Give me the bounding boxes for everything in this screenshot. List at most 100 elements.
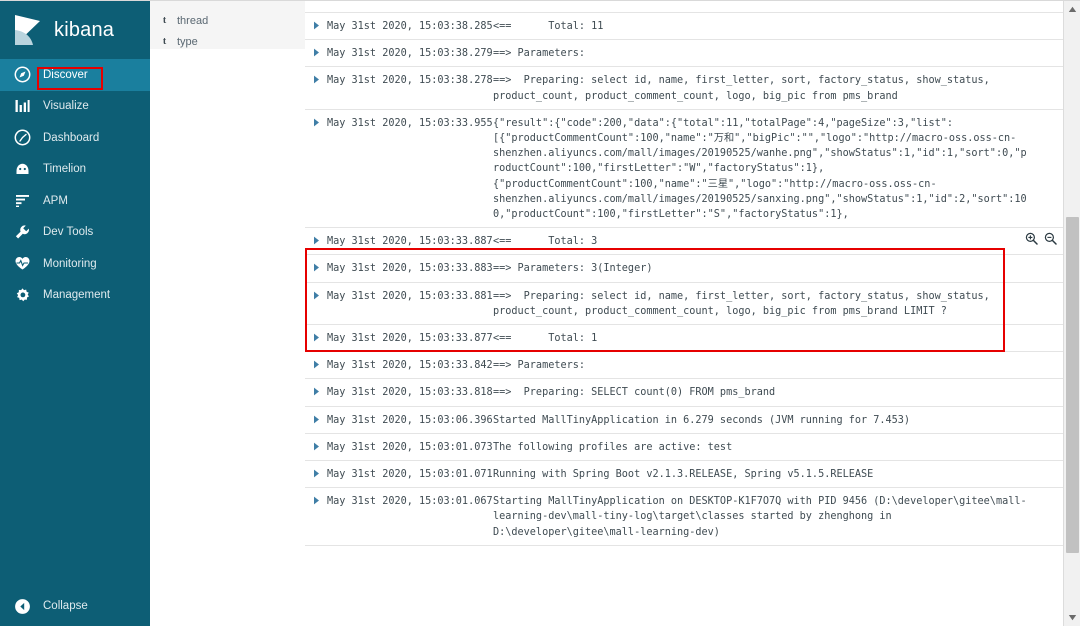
field-type-label: t (162, 15, 167, 26)
apm-icon (14, 192, 31, 209)
table-row[interactable]: May 31st 2020, 15:03:33.887 <== Total: 3 (305, 228, 1063, 256)
sidebar-item-label: APM (43, 194, 68, 207)
row-message: <== Total: 11 (493, 21, 604, 32)
row-message: ==> Parameters: (493, 48, 586, 60)
expand-row-caret-icon[interactable] (305, 288, 327, 300)
expand-row-caret-icon[interactable] (305, 357, 327, 369)
sidebar-item-timelion[interactable]: Timelion (0, 154, 150, 186)
collapse-nav-button[interactable]: Collapse (0, 586, 150, 626)
row-timestamp: May 31st 2020, 15:03:33.842 (327, 360, 493, 372)
field-list-panel: t thread t type (150, 1, 305, 626)
row-timestamp: May 31st 2020, 15:03:33.881 (327, 290, 493, 302)
row-message: ==> Preparing: select id, name, first_le… (493, 290, 996, 317)
field-item-type[interactable]: t type (150, 31, 305, 52)
timelion-icon (14, 161, 31, 178)
global-nav-sidebar: kibana Discover Visualize Dashboard Time… (0, 1, 150, 626)
kibana-app-window: kibana Discover Visualize Dashboard Time… (0, 0, 1080, 626)
row-message: The following profiles are active: test (493, 441, 733, 453)
scroll-up-arrow-icon[interactable] (1064, 1, 1080, 18)
expand-row-caret-icon[interactable] (305, 72, 327, 84)
expand-row-caret-icon[interactable] (305, 233, 327, 245)
sidebar-item-discover[interactable]: Discover (0, 59, 150, 91)
row-message: ==> Parameters: 3(Integer) (493, 263, 653, 275)
table-row[interactable]: May 31st 2020, 15:03:33.877 <== Total: 1 (305, 325, 1063, 353)
sidebar-item-label: Management (43, 289, 111, 302)
row-timestamp: May 31st 2020, 15:03:01.067 (327, 496, 493, 508)
expand-row-caret-icon[interactable] (305, 18, 327, 30)
row-timestamp: May 31st 2020, 15:03:01.073 (327, 441, 493, 453)
row-message: {"result":{"code":200,"data":{"total":11… (493, 117, 1027, 221)
discover-document-table: May 31st 2020, 15:03:38.285 <== Total: 11… (305, 1, 1080, 626)
kibana-logo-icon (13, 14, 43, 46)
field-item-thread[interactable]: t thread (150, 10, 305, 31)
chevron-left-circle-icon (14, 598, 31, 615)
field-name-label: type (177, 35, 198, 48)
row-message: Starting MallTinyApplication on DESKTOP-… (493, 496, 1027, 538)
row-timestamp: May 31st 2020, 15:03:33.955 (327, 117, 493, 129)
expand-row-caret-icon[interactable] (305, 466, 327, 478)
expand-row-caret-icon[interactable] (305, 260, 327, 272)
table-row[interactable]: May 31st 2020, 15:03:33.842 ==> Parameter… (305, 352, 1063, 380)
zoom-in-magnifier-icon[interactable] (1025, 232, 1038, 245)
wrench-icon (14, 224, 31, 241)
row-message: ==> Parameters: (493, 360, 586, 372)
row-timestamp: May 31st 2020, 15:03:33.877 (327, 333, 493, 345)
row-message: ==> Preparing: SELECT count(0) FROM pms_… (493, 387, 776, 399)
sidebar-item-dev-tools[interactable]: Dev Tools (0, 217, 150, 249)
row-timestamp: May 31st 2020, 15:03:38.285 (327, 21, 493, 32)
row-message: <== Total: 1 (493, 333, 598, 345)
row-timestamp: May 31st 2020, 15:03:33.887 (327, 236, 493, 248)
expand-row-caret-icon[interactable] (305, 412, 327, 424)
row-timestamp: May 31st 2020, 15:03:38.278 (327, 75, 493, 87)
vertical-scrollbar[interactable] (1063, 1, 1080, 626)
sidebar-item-label: Visualize (43, 100, 89, 113)
expand-row-caret-icon[interactable] (305, 115, 327, 127)
sidebar-item-monitoring[interactable]: Monitoring (0, 248, 150, 280)
table-row[interactable]: May 31st 2020, 15:03:33.881 ==> Preparing… (305, 283, 1063, 326)
table-row[interactable]: May 31st 2020, 15:03:33.818 ==> Preparing… (305, 379, 1063, 407)
table-row[interactable]: May 31st 2020, 15:03:01.073 The following… (305, 434, 1063, 462)
expand-row-caret-icon[interactable] (305, 493, 327, 505)
row-timestamp: May 31st 2020, 15:03:33.883 (327, 263, 493, 275)
kibana-brand[interactable]: kibana (0, 1, 150, 59)
row-message: Running with Spring Boot v2.1.3.RELEASE,… (493, 469, 874, 481)
sidebar-item-management[interactable]: Management (0, 280, 150, 312)
expand-row-caret-icon[interactable] (305, 45, 327, 57)
sidebar-item-apm[interactable]: APM (0, 185, 150, 217)
table-row[interactable]: May 31st 2020, 15:03:01.067 Starting Mall… (305, 488, 1063, 546)
row-timestamp: May 31st 2020, 15:03:38.279 (327, 48, 493, 60)
sidebar-item-visualize[interactable]: Visualize (0, 91, 150, 123)
table-row[interactable]: May 31st 2020, 15:03:38.285 <== Total: 11 (305, 12, 1063, 41)
row-message: <== Total: 3 (493, 236, 598, 248)
table-row[interactable]: May 31st 2020, 15:03:33.883 ==> Parameter… (305, 255, 1063, 283)
dashboard-icon (14, 129, 31, 146)
table-row[interactable]: May 31st 2020, 15:03:38.278 ==> Preparing… (305, 67, 1063, 110)
scroll-down-arrow-icon[interactable] (1064, 609, 1080, 626)
expand-row-caret-icon[interactable] (305, 330, 327, 342)
sidebar-item-dashboard[interactable]: Dashboard (0, 122, 150, 154)
row-timestamp: May 31st 2020, 15:03:33.818 (327, 387, 493, 399)
expand-row-caret-icon[interactable] (305, 384, 327, 396)
sidebar-item-label: Dashboard (43, 131, 100, 144)
expand-row-caret-icon[interactable] (305, 439, 327, 451)
table-row[interactable]: May 31st 2020, 15:03:06.396 Started MallT… (305, 407, 1063, 434)
compass-icon (14, 66, 31, 83)
brand-name: kibana (54, 18, 115, 41)
scrollbar-thumb[interactable] (1066, 217, 1079, 553)
sidebar-item-label: Timelion (43, 163, 87, 176)
sidebar-item-label: Monitoring (43, 257, 97, 270)
bar-chart-icon (14, 98, 31, 115)
table-row[interactable]: May 31st 2020, 15:03:33.955 {"result":{"c… (305, 110, 1063, 229)
table-row[interactable]: May 31st 2020, 15:03:01.071 Running with … (305, 461, 1063, 489)
heartbeat-icon (14, 255, 31, 272)
table-row[interactable]: May 31st 2020, 15:03:38.279 ==> Parameter… (305, 40, 1063, 68)
sidebar-item-label: Discover (43, 68, 88, 81)
collapse-label: Collapse (43, 600, 88, 612)
zoom-out-magnifier-icon[interactable] (1044, 232, 1057, 245)
row-timestamp: May 31st 2020, 15:03:06.396 (327, 414, 493, 426)
gear-icon (14, 287, 31, 304)
field-list: t thread t type (150, 1, 305, 49)
row-timestamp: May 31st 2020, 15:03:01.071 (327, 469, 493, 481)
row-message: Started MallTinyApplication in 6.279 sec… (493, 414, 911, 426)
row-message: ==> Preparing: select id, name, first_le… (493, 75, 996, 102)
